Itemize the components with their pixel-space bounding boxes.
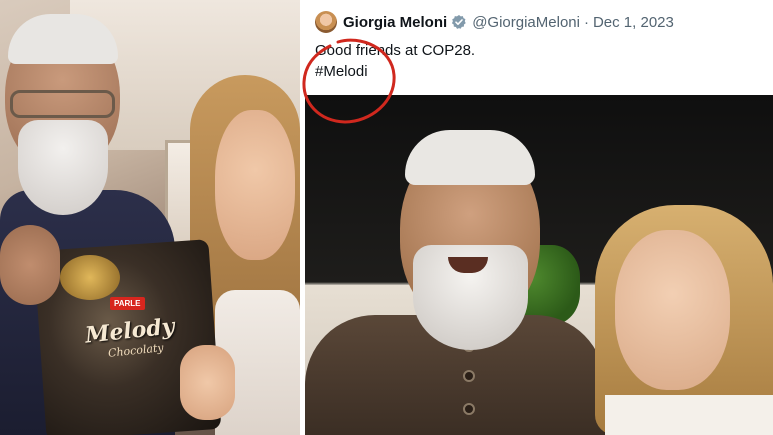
tweet-text: Good friends at COP28. #Melodi	[315, 40, 475, 82]
candy-bag-brand: PARLE	[110, 297, 145, 310]
woman-face	[215, 110, 295, 260]
man-hand	[0, 225, 60, 305]
avatar[interactable]	[315, 11, 337, 33]
tweet-header: Giorgia Meloni @GiorgiaMeloni · Dec 1, 2…	[315, 10, 674, 34]
user-handle[interactable]: @GiorgiaMeloni	[472, 14, 580, 31]
coat-button	[463, 403, 475, 415]
man-beard	[18, 120, 108, 215]
hashtag[interactable]: #Melodi	[315, 61, 475, 82]
woman-hand	[180, 345, 235, 420]
tweet-date[interactable]: Dec 1, 2023	[593, 14, 674, 31]
header-separator: ·	[583, 13, 589, 31]
tweet-text-line: Good friends at COP28.	[315, 42, 476, 59]
verified-badge-icon	[451, 14, 467, 30]
left-photo: PARLE Melody Chocolaty	[0, 0, 300, 435]
woman-top	[605, 395, 773, 435]
tweet-photo[interactable]	[305, 95, 773, 435]
man-hair	[405, 130, 535, 185]
woman-face	[615, 230, 730, 390]
coat-button	[463, 370, 475, 382]
man-glasses	[10, 90, 115, 118]
candy-bag-gold-wrapper	[60, 255, 120, 300]
tweet-card[interactable]: Giorgia Meloni @GiorgiaMeloni · Dec 1, 2…	[305, 0, 773, 435]
display-name[interactable]: Giorgia Meloni	[343, 14, 447, 31]
